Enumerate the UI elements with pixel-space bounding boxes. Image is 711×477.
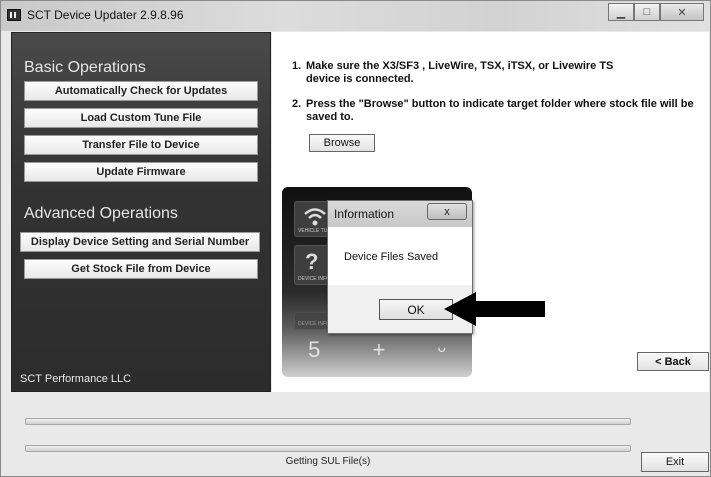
app-icon <box>7 9 21 21</box>
wifi-icon <box>304 208 326 226</box>
close-icon: x <box>444 205 450 218</box>
update-firmware-button[interactable]: Update Firmware <box>24 162 258 182</box>
advanced-operations-title: Advanced Operations <box>24 205 178 222</box>
get-stock-file-button[interactable]: Get Stock File from Device <box>24 259 258 279</box>
step-2-line-2: saved to. <box>306 111 354 123</box>
auto-check-updates-button[interactable]: Automatically Check for Updates <box>24 81 258 101</box>
step-2-line-1: Press the "Browse" button to indicate ta… <box>306 98 694 110</box>
status-text: Getting SUL File(s) <box>285 456 371 467</box>
dialog-title-bar: Information x <box>328 201 472 227</box>
close-icon: ✕ <box>677 6 687 19</box>
window-title: SCT Device Updater 2.9.8.96 <box>27 8 184 22</box>
title-bar: SCT Device Updater 2.9.8.96 ▁ □ ✕ <box>1 1 710 31</box>
five-icon: 5 <box>308 336 321 362</box>
progress-bar-primary <box>25 418 631 425</box>
dialog-close-button[interactable]: x <box>427 203 467 220</box>
maximize-icon: □ <box>643 6 651 18</box>
back-button[interactable]: < Back <box>637 352 709 371</box>
minimize-button[interactable]: ▁ <box>608 3 634 21</box>
smile-icon: ᵕ <box>437 336 446 362</box>
minimize-icon: ▁ <box>616 6 626 19</box>
step-2-number: 2. <box>292 98 302 110</box>
question-icon: ? <box>305 249 319 274</box>
dialog-message: Device Files Saved <box>344 251 439 263</box>
basic-operations-title: Basic Operations <box>24 59 146 76</box>
transfer-file-button[interactable]: Transfer File to Device <box>24 135 258 155</box>
step-1-line-1: Make sure the X3/SF3 , LiveWire, TSX, iT… <box>306 60 614 72</box>
dialog-title: Information <box>334 207 395 221</box>
company-name: SCT Performance LLC <box>20 373 132 385</box>
instruction-step-1: 1. Make sure the X3/SF3 , LiveWire, TSX, … <box>292 60 613 86</box>
exit-button[interactable]: Exit <box>641 452 709 472</box>
device-tile-label: VEHICLE TU <box>298 228 328 234</box>
pointer-arrow-icon <box>444 292 545 326</box>
maximize-button[interactable]: □ <box>634 3 660 21</box>
close-window-button[interactable]: ✕ <box>660 3 704 21</box>
operations-panel: Basic Operations Automatically Check for… <box>11 32 271 392</box>
app-window: SCT Device Updater 2.9.8.96 ▁ □ ✕ Basic … <box>0 0 711 477</box>
instruction-step-2: 2. Press the "Browse" button to indicate … <box>292 98 694 124</box>
content-panel: 1. Make sure the X3/SF3 , LiveWire, TSX, … <box>272 32 709 392</box>
browse-button[interactable]: Browse <box>309 134 375 152</box>
dialog-body: Device Files Saved <box>328 227 472 285</box>
step-1-number: 1. <box>292 60 302 72</box>
progress-bar-secondary <box>25 445 631 452</box>
load-custom-tune-button[interactable]: Load Custom Tune File <box>24 108 258 128</box>
step-1-line-2: device is connected. <box>306 73 414 85</box>
window-controls: ▁ □ ✕ <box>608 3 704 21</box>
display-device-setting-button[interactable]: Display Device Setting and Serial Number <box>20 232 260 252</box>
plus-icon: + <box>372 336 386 362</box>
